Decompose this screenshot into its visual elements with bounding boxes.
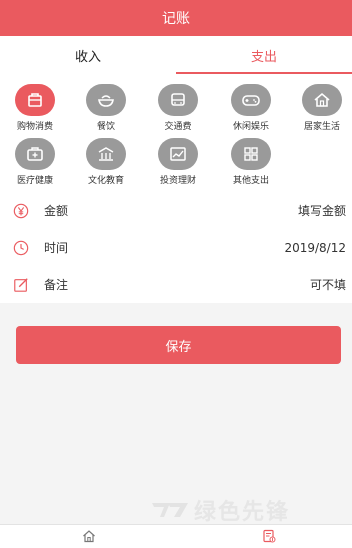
category-label: 餐饮 <box>96 122 115 132</box>
title-bar: 记账 <box>0 0 352 36</box>
tab-income-label: 收入 <box>74 49 101 65</box>
bus-icon <box>158 84 198 116</box>
gamepad-icon <box>231 84 271 116</box>
note-input[interactable]: 可不填 <box>310 276 346 293</box>
grid-icon <box>231 138 271 170</box>
category-label: 居家生活 <box>303 122 340 132</box>
save-button[interactable]: 保存 <box>16 326 341 364</box>
category-label: 其他支出 <box>232 176 269 186</box>
category-home[interactable]: 居家生活 <box>292 84 352 136</box>
tab-expense[interactable]: 支出 <box>176 36 352 74</box>
nav-home[interactable] <box>80 528 98 546</box>
category-label: 交通费 <box>164 122 192 132</box>
entry-form: 金额 填写金额 时间 2019/8/12 备注 可不填 <box>0 192 352 303</box>
nav-bill[interactable] <box>260 528 278 546</box>
category-investment[interactable]: 投资理财 <box>148 138 208 190</box>
amount-field[interactable]: 金额 填写金额 <box>0 192 352 229</box>
food-bowl-icon <box>86 84 126 116</box>
save-button-label: 保存 <box>165 339 192 355</box>
tab-expense-label: 支出 <box>250 49 277 65</box>
watermark-text: 绿色先锋 <box>194 500 291 525</box>
home-icon <box>302 84 342 116</box>
time-field[interactable]: 时间 2019/8/12 <box>0 229 352 266</box>
bill-icon <box>262 528 276 547</box>
time-value[interactable]: 2019/8/12 <box>284 241 346 255</box>
tab-income[interactable]: 收入 <box>0 36 176 74</box>
yen-icon <box>12 202 30 220</box>
category-other[interactable]: 其他支出 <box>221 138 281 190</box>
category-food[interactable]: 餐饮 <box>76 84 136 136</box>
category-transport[interactable]: 交通费 <box>148 84 208 136</box>
category-education[interactable]: 文化教育 <box>76 138 136 190</box>
home-icon <box>82 528 96 547</box>
page-title: 记账 <box>162 11 190 27</box>
note-label: 备注 <box>44 278 69 292</box>
category-label: 投资理财 <box>159 176 196 186</box>
tab-bar: 收入 支出 <box>0 36 352 74</box>
watermark: 绿色先锋 <box>150 495 350 525</box>
building-icon <box>86 138 126 170</box>
chart-icon <box>158 138 198 170</box>
category-label: 医疗健康 <box>16 176 53 186</box>
amount-input[interactable]: 填写金额 <box>298 202 346 219</box>
category-leisure[interactable]: 休闲娱乐 <box>221 84 281 136</box>
category-shopping[interactable]: 购物消费 <box>5 84 65 136</box>
category-label: 购物消费 <box>16 122 53 132</box>
category-label: 文化教育 <box>87 176 124 186</box>
note-field[interactable]: 备注 可不填 <box>0 266 352 303</box>
medical-kit-icon <box>15 138 55 170</box>
category-grid: 购物消费 餐饮 交通费 休闲娱乐 居家生活 医疗健康 文化教育 投资理财 其他支… <box>0 74 352 192</box>
category-medical[interactable]: 医疗健康 <box>5 138 65 190</box>
clock-icon <box>12 239 30 257</box>
category-label: 休闲娱乐 <box>232 122 269 132</box>
time-label: 时间 <box>44 241 69 255</box>
bottom-nav <box>0 524 352 548</box>
edit-icon <box>12 276 30 294</box>
shopping-bag-icon <box>15 84 55 116</box>
watermark-logo-icon <box>152 503 188 517</box>
amount-label: 金额 <box>44 204 69 218</box>
